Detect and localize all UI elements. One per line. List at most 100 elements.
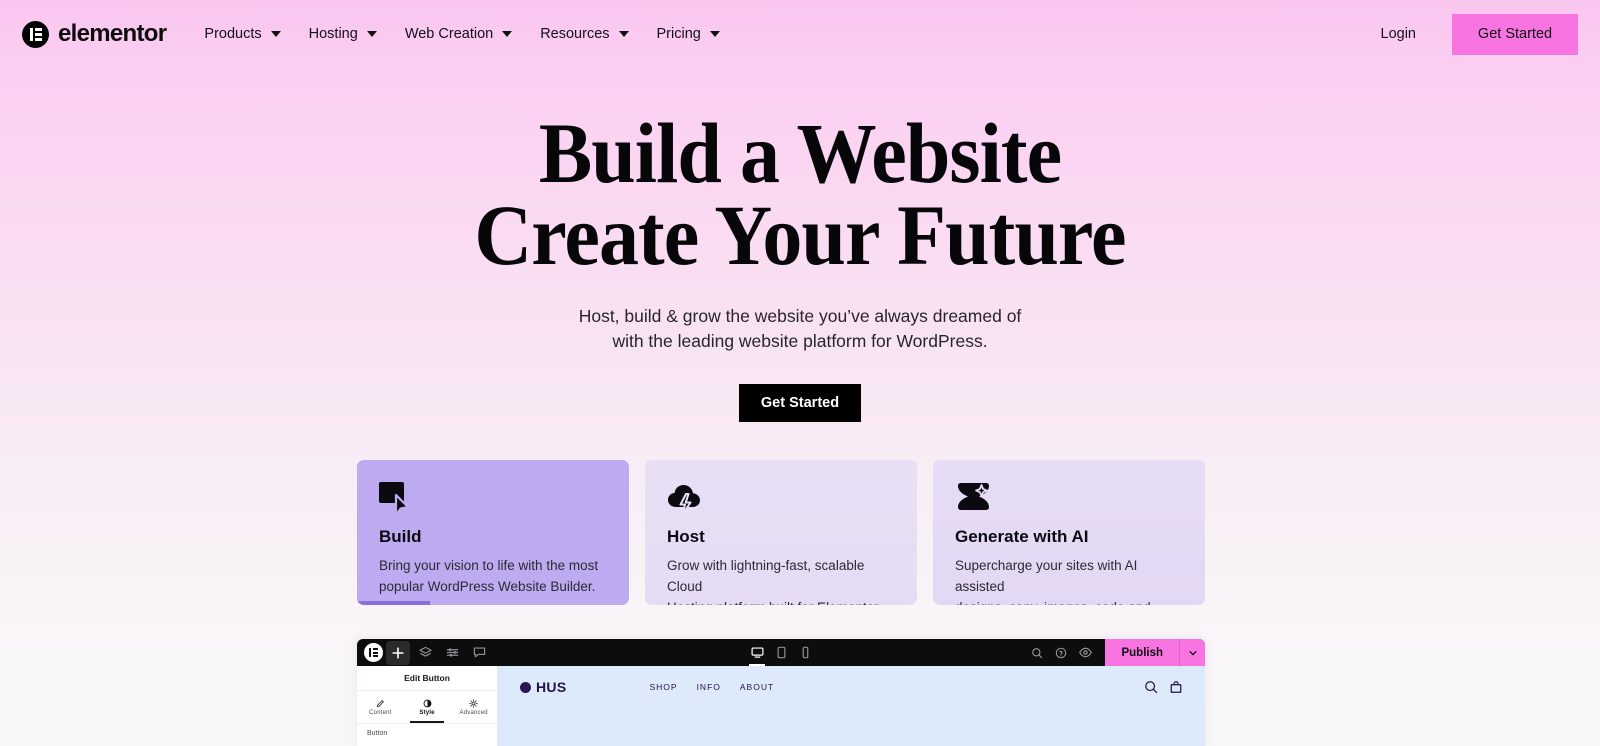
nav-right-actions: Login Get Started [1381, 13, 1600, 55]
feature-card-host[interactable]: Host Grow with lightning-fast, scalable … [645, 460, 917, 605]
tab-label: Content [369, 709, 392, 716]
feature-desc-line1: Bring your vision to life with the most [379, 558, 599, 573]
add-element-button[interactable] [386, 640, 410, 665]
hero-title-line2: Create Your Future [474, 187, 1126, 283]
elementor-logo-icon [22, 20, 49, 48]
nav-item-label: Web Creation [404, 26, 494, 42]
chevron-down-icon [709, 31, 720, 37]
gear-icon [469, 698, 478, 708]
feature-cards: Build Bring your vision to life with the… [357, 460, 1205, 605]
panel-title: Edit Button [357, 666, 497, 691]
feature-card-title: Host [667, 527, 705, 546]
nav-item-products[interactable]: Products [204, 26, 281, 42]
circle-dot-icon [520, 681, 531, 693]
panel-section-label: Button [367, 730, 388, 737]
nav-item-pricing[interactable]: Pricing [657, 26, 720, 42]
elementor-brand-logo[interactable]: elementor [22, 20, 167, 48]
preview-site-header: HUS SHOP INFO ABOUT [498, 666, 1205, 708]
eye-icon [1079, 647, 1092, 658]
editor-toolbar-right: Publish [1025, 639, 1205, 666]
feature-card-description: Grow with lightning-fast, scalable Cloud… [667, 555, 895, 605]
header-get-started-button[interactable]: Get Started [1452, 13, 1578, 55]
feature-desc-line2: Hosting platform built for Elementor. [667, 597, 895, 605]
hero-subtitle-line1: Host, build & grow the website you’ve al… [578, 306, 1022, 326]
preview-site-nav-links: SHOP INFO ABOUT [649, 682, 774, 692]
sliders-icon [446, 648, 458, 657]
elementor-logo-icon[interactable] [364, 643, 383, 662]
cursor-select-icon [379, 482, 607, 517]
navigator-button[interactable] [413, 641, 437, 665]
editor-toolbar: Publish [357, 639, 1205, 666]
tab-label: Style [419, 709, 435, 716]
contrast-icon [423, 699, 431, 707]
chevron-down-icon [618, 31, 629, 37]
chevron-down-icon [366, 31, 377, 37]
tablet-icon [777, 646, 785, 659]
preview-site-actions [1144, 680, 1183, 694]
brand-name: elementor [58, 20, 167, 47]
device-tablet[interactable] [770, 639, 792, 666]
preview-site-logo-text: HUS [536, 679, 567, 695]
nav-item-label: Products [204, 26, 262, 42]
editor-canvas[interactable]: HUS SHOP INFO ABOUT [498, 666, 1205, 746]
help-icon [1056, 647, 1067, 658]
panel-tabs: Content Style Advanced [357, 691, 497, 724]
preview-nav-about[interactable]: ABOUT [740, 682, 774, 692]
mobile-icon [802, 646, 808, 659]
hero-section: Build a Website Create Your Future Host,… [0, 110, 1600, 422]
feature-card-progress-bar [357, 601, 431, 605]
preview-button[interactable] [1073, 639, 1097, 666]
publish-options-chevron-down-icon[interactable] [1179, 639, 1205, 666]
tab-label: Advanced [459, 709, 488, 716]
device-mobile[interactable] [794, 639, 816, 666]
login-link[interactable]: Login [1381, 26, 1416, 42]
site-settings-button[interactable] [440, 641, 464, 665]
feature-desc-line1: Supercharge your sites with AI assisted [955, 558, 1138, 594]
ai-sparkle-icon [955, 482, 1183, 516]
notes-button[interactable] [467, 641, 491, 665]
feature-desc-line2: popular WordPress Website Builder. [379, 579, 596, 594]
preview-site-logo[interactable]: HUS [520, 679, 566, 695]
tab-style[interactable]: Style [404, 691, 451, 723]
site-cart-icon[interactable] [1169, 680, 1183, 694]
site-search-icon[interactable] [1144, 680, 1158, 694]
device-desktop[interactable] [746, 639, 768, 666]
editor-body: Edit Button Content Style Advanced Butto… [357, 666, 1205, 746]
feature-desc-line2: designs, copy, images, code and more. [955, 597, 1183, 605]
elementor-editor-preview: Publish Edit Button Content Style Advanc… [357, 639, 1205, 746]
page-root: elementor Products Hosting Web Creation … [0, 0, 1600, 746]
nav-item-label: Hosting [308, 26, 358, 42]
editor-left-panel: Edit Button Content Style Advanced Butto… [357, 666, 498, 746]
page-title: Build a Website Create Your Future [56, 110, 1544, 283]
layers-icon [418, 646, 432, 657]
finder-button[interactable] [1025, 639, 1049, 666]
help-button[interactable] [1049, 639, 1073, 666]
hero-subtitle: Host, build & grow the website you’ve al… [0, 304, 1600, 354]
feature-card-generate-with-ai[interactable]: Generate with AI Supercharge your sites … [933, 460, 1205, 605]
feature-card-build[interactable]: Build Bring your vision to life with the… [357, 460, 629, 605]
nav-item-label: Resources [540, 26, 610, 42]
nav-item-hosting[interactable]: Hosting [309, 26, 377, 42]
chevron-down-icon [502, 31, 513, 37]
nav-links: Products Hosting Web Creation Resources … [204, 26, 720, 42]
preview-nav-info[interactable]: INFO [697, 682, 721, 692]
tab-content[interactable]: Content [357, 691, 404, 723]
hero-get-started-button[interactable]: Get Started [739, 384, 861, 422]
feature-card-description: Bring your vision to life with the most … [379, 555, 607, 597]
publish-button[interactable]: Publish [1105, 639, 1205, 666]
feature-card-title: Build [379, 527, 422, 546]
tab-advanced[interactable]: Advanced [450, 691, 497, 723]
feature-card-title: Generate with AI [955, 527, 1089, 546]
plus-icon [392, 646, 404, 659]
device-mode-switcher [746, 639, 816, 666]
cloud-lightning-icon [667, 482, 895, 516]
nav-item-resources[interactable]: Resources [540, 26, 629, 42]
preview-nav-shop[interactable]: SHOP [649, 682, 677, 692]
top-navigation-bar: elementor Products Hosting Web Creation … [0, 0, 1600, 68]
panel-section: Button [357, 724, 497, 743]
publish-button-label: Publish [1121, 646, 1163, 659]
chevron-down-icon [270, 31, 281, 37]
nav-item-label: Pricing [656, 26, 701, 42]
pencil-icon [376, 699, 384, 707]
nav-item-web-creation[interactable]: Web Creation [404, 26, 513, 42]
